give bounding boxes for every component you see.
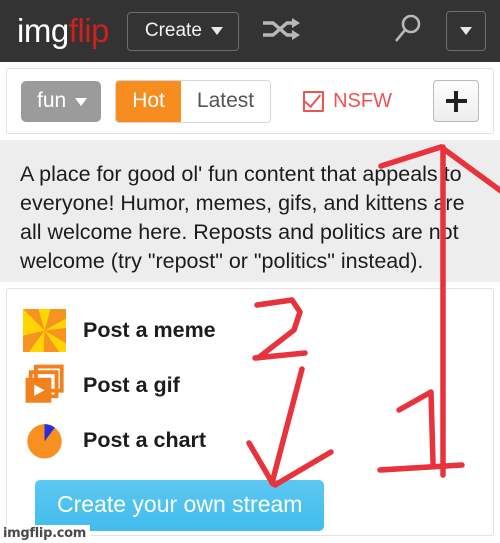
post-a-chart-option[interactable]: Post a chart	[23, 413, 493, 468]
create-your-own-stream-button[interactable]: Create your own stream	[35, 480, 325, 531]
imgflip-logo[interactable]: imgflip	[17, 12, 109, 50]
stream-description-text: A place for good ol' fun content that ap…	[20, 162, 465, 273]
post-a-gif-label: Post a gif	[83, 373, 180, 397]
create-button-label: Create	[144, 19, 202, 41]
sort-tab-hot[interactable]: Hot	[116, 80, 181, 122]
nsfw-label: NSFW	[333, 89, 392, 112]
sort-toggle-group: Hot Latest	[115, 79, 272, 123]
search-icon[interactable]	[392, 13, 424, 50]
chevron-down-icon	[75, 97, 88, 106]
navbar-menu-dropdown[interactable]	[446, 11, 486, 51]
pie-chart-icon	[23, 419, 66, 462]
nsfw-checkbox[interactable]	[303, 89, 325, 112]
post-options-panel: Post a meme Post a gif Post a chart Crea…	[6, 288, 494, 536]
shuffle-icon[interactable]	[261, 16, 301, 47]
filter-bar: fun Hot Latest NSFW	[6, 68, 494, 134]
logo-text-flip: flip	[68, 12, 110, 49]
nsfw-toggle[interactable]: NSFW	[303, 89, 392, 113]
checkmark-icon	[304, 89, 322, 108]
imgflip-stream-page: imgflip Create fun Hot Latest NSFW A pla…	[0, 0, 500, 543]
sort-tab-latest[interactable]: Latest	[180, 80, 271, 122]
logo-text-img: img	[17, 12, 69, 49]
stream-selector-label: fun	[37, 88, 67, 112]
add-post-button[interactable]	[433, 80, 479, 122]
post-a-chart-label: Post a chart	[83, 428, 207, 452]
pinwheel-icon	[23, 309, 66, 352]
imgflip-watermark: imgflip.com	[0, 525, 91, 543]
chevron-down-icon	[460, 27, 472, 35]
top-navbar: imgflip Create	[0, 0, 500, 62]
chevron-down-icon	[210, 26, 223, 35]
post-a-meme-option[interactable]: Post a meme	[23, 303, 493, 358]
create-button[interactable]: Create	[126, 11, 239, 51]
stream-selector[interactable]: fun	[21, 80, 102, 122]
gif-frames-play-icon	[23, 364, 66, 407]
post-a-meme-label: Post a meme	[83, 318, 216, 342]
stream-description: A place for good ol' fun content that ap…	[0, 140, 500, 282]
post-a-gif-option[interactable]: Post a gif	[23, 358, 493, 413]
